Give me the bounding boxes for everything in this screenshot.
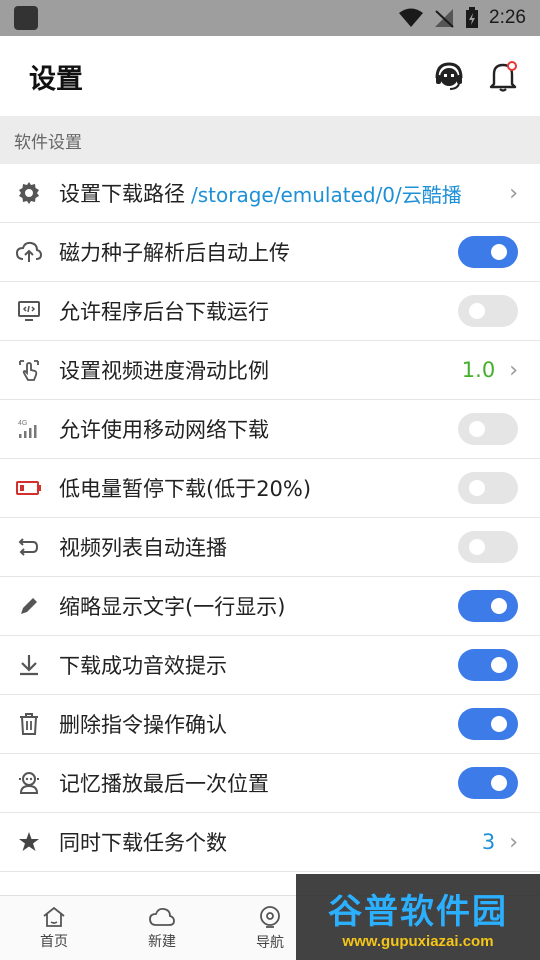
status-bar: 2:26 <box>0 0 540 36</box>
watermark-title: 谷普软件园 <box>328 892 508 932</box>
home-icon <box>43 906 65 927</box>
bell-icon <box>489 61 517 92</box>
customer-service-button[interactable] <box>432 59 466 93</box>
wifi-icon <box>399 8 424 27</box>
chevron-right-icon: › <box>509 829 518 855</box>
gear-icon <box>19 182 39 204</box>
low-battery-toggle[interactable] <box>458 472 518 504</box>
setting-background-download: 允许程序后台下载运行 <box>0 282 540 341</box>
mobile-network-toggle[interactable] <box>458 413 518 445</box>
cloud-upload-icon <box>16 241 42 262</box>
chevron-right-icon: › <box>509 357 518 383</box>
nav-label: 新建 <box>148 933 176 950</box>
nav-label: 导航 <box>256 934 284 951</box>
settings-list: 设置下载路径 /storage/emulated/0/云酷播 › 磁力种子解析后… <box>0 164 540 872</box>
star-icon <box>19 832 39 851</box>
setting-label: 记忆播放最后一次位置 <box>59 772 269 796</box>
loop-play-icon <box>18 538 39 556</box>
cellular-4g-icon: 4G <box>18 420 37 438</box>
low-battery-icon <box>16 481 41 495</box>
setting-label: 下载成功音效提示 <box>59 654 227 678</box>
setting-mobile-network: 4G 允许使用移动网络下载 <box>0 400 540 459</box>
setting-label: 允许使用移动网络下载 <box>59 418 269 442</box>
battery-charging-icon <box>466 7 479 28</box>
watermark-url: www.gupuxiazai.com <box>342 933 494 950</box>
setting-label: 缩略显示文字(一行显示) <box>59 595 286 619</box>
section-header: 软件设置 <box>0 116 540 164</box>
watermark-logo: 谷普软件园 www.gupuxiazai.com <box>296 874 540 960</box>
setting-label: 设置下载路径 <box>59 182 185 206</box>
download-icon <box>20 655 38 676</box>
setting-low-battery: 低电量暂停下载(低于20%) <box>0 459 540 518</box>
background-download-toggle[interactable] <box>458 295 518 327</box>
nav-new[interactable]: 新建 <box>108 896 216 960</box>
setting-label: 同时下载任务个数 <box>59 831 227 855</box>
download-path-value: /storage/emulated/0/云酷播 <box>191 182 462 207</box>
setting-download-sound: 下载成功音效提示 <box>0 636 540 695</box>
setting-delete-confirm: 删除指令操作确认 <box>0 695 540 754</box>
swipe-gesture-icon <box>19 360 39 381</box>
setting-magnet-auto-upload: 磁力种子解析后自动上传 <box>0 223 540 282</box>
app-bar: 设置 <box>0 36 540 116</box>
concurrent-tasks-value: 3 <box>481 830 496 854</box>
autoplay-list-toggle[interactable] <box>458 531 518 563</box>
nav-label: 首页 <box>40 933 68 950</box>
monitor-code-icon <box>18 301 40 321</box>
compass-icon <box>260 905 280 928</box>
cloud-icon <box>149 907 175 926</box>
setting-label: 视频列表自动连播 <box>59 536 227 560</box>
setting-seek-ratio[interactable]: 设置视频进度滑动比例 1.0 › <box>0 341 540 400</box>
page-title: 设置 <box>29 63 83 95</box>
setting-label: 允许程序后台下载运行 <box>59 300 269 324</box>
chevron-right-icon: › <box>509 180 518 206</box>
trash-icon <box>20 713 38 735</box>
setting-single-line-text: 缩略显示文字(一行显示) <box>0 577 540 636</box>
nav-home[interactable]: 首页 <box>0 896 108 960</box>
setting-label: 设置视频进度滑动比例 <box>59 359 269 383</box>
resume-position-toggle[interactable] <box>458 767 518 799</box>
robot-icon <box>19 772 39 794</box>
notifications-button[interactable] <box>486 59 520 93</box>
app-notification-icon <box>14 6 38 30</box>
setting-label: 删除指令操作确认 <box>59 713 227 737</box>
seek-ratio-value: 1.0 <box>461 358 496 382</box>
setting-resume-position: 记忆播放最后一次位置 <box>0 754 540 813</box>
download-sound-toggle[interactable] <box>458 649 518 681</box>
single-line-text-toggle[interactable] <box>458 590 518 622</box>
setting-label: 磁力种子解析后自动上传 <box>59 241 290 265</box>
magnet-auto-upload-toggle[interactable] <box>458 236 518 268</box>
setting-autoplay-list: 视频列表自动连播 <box>0 518 540 577</box>
status-time: 2:26 <box>489 7 526 28</box>
no-signal-icon <box>435 9 454 28</box>
svg-text:4G: 4G <box>18 420 27 427</box>
pen-icon <box>21 598 37 614</box>
headset-icon <box>435 62 463 90</box>
setting-concurrent-tasks[interactable]: 同时下载任务个数 3 › <box>0 813 540 872</box>
delete-confirm-toggle[interactable] <box>458 708 518 740</box>
setting-label: 低电量暂停下载(低于20%) <box>59 477 312 501</box>
setting-download-path[interactable]: 设置下载路径 /storage/emulated/0/云酷播 › <box>0 164 540 223</box>
